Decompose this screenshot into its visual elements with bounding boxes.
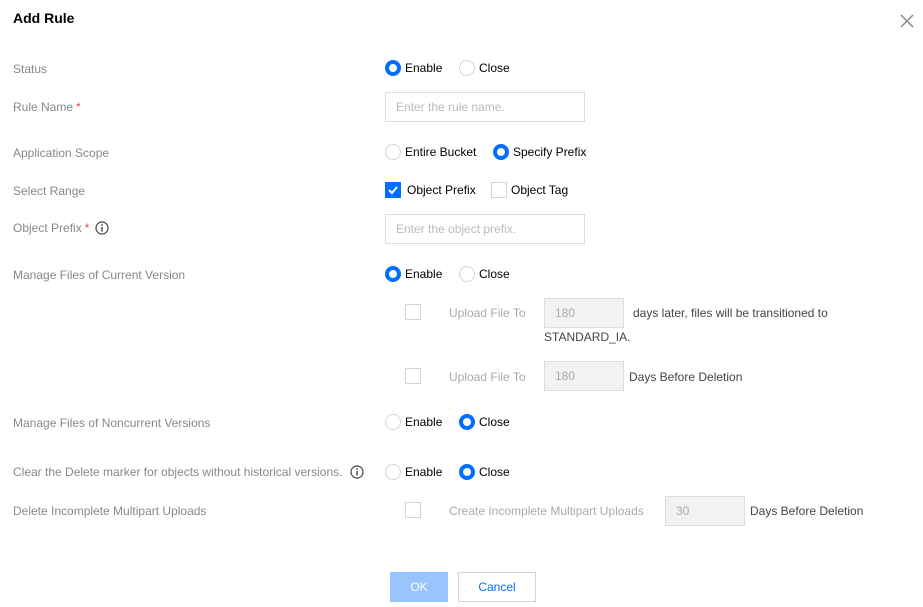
current-version-enable-radio[interactable]: Enable [385, 266, 442, 282]
entire-bucket-radio[interactable]: Entire Bucket [385, 144, 476, 160]
label-text: Clear the Delete marker for objects with… [13, 465, 343, 479]
multipart-option-label: Create Incomplete Multipart Uploads [449, 504, 644, 518]
current-version-label: Manage Files of Current Version [13, 268, 186, 282]
radio-unchecked [385, 144, 401, 160]
ok-button[interactable]: OK [390, 572, 448, 602]
radio-unchecked [385, 464, 401, 480]
transition-checkbox[interactable] [405, 304, 421, 320]
info-icon[interactable] [350, 465, 365, 479]
specify-prefix-radio[interactable]: Specify Prefix [493, 144, 586, 160]
current-version-close-radio[interactable]: Close [459, 266, 510, 282]
transition-storage-class: STANDARD_IA. [544, 330, 631, 344]
noncurrent-enable-radio[interactable]: Enable [385, 414, 442, 430]
status-close-radio[interactable]: Close [459, 60, 510, 76]
cancel-button[interactable]: Cancel [458, 572, 536, 602]
close-icon[interactable] [898, 12, 916, 30]
radio-checked [385, 266, 401, 282]
noncurrent-label: Manage Files of Noncurrent Versions [13, 416, 211, 430]
deletion-days-input[interactable]: 180 [544, 361, 624, 391]
application-scope-label: Application Scope [13, 146, 110, 160]
status-label: Status [13, 62, 48, 76]
dialog-title: Add Rule [13, 10, 75, 26]
radio-checked [385, 60, 401, 76]
option-label: Close [479, 61, 510, 75]
multipart-checkbox[interactable] [405, 502, 421, 518]
noncurrent-close-radio[interactable]: Close [459, 414, 510, 430]
deletion-suffix: Days Before Deletion [629, 370, 743, 384]
delete-marker-label: Clear the Delete marker for objects with… [13, 465, 365, 479]
select-range-label: Select Range [13, 184, 86, 198]
object-prefix-checkbox[interactable]: Object Prefix [385, 182, 476, 198]
transition-suffix: days later, files will be transitioned t… [633, 306, 828, 320]
multipart-label: Delete Incomplete Multipart Uploads [13, 504, 207, 518]
multipart-days-input[interactable]: 30 [665, 496, 745, 526]
option-label: Object Tag [511, 183, 569, 197]
radio-unchecked [459, 266, 475, 282]
object-tag-checkbox[interactable]: Object Tag [491, 182, 568, 198]
required-mark: * [76, 100, 81, 114]
deletion-label: Upload File To [449, 370, 526, 384]
object-prefix-label: Object Prefix * [13, 221, 109, 235]
status-enable-radio[interactable]: Enable [385, 60, 442, 76]
radio-unchecked [385, 414, 401, 430]
option-label: Object Prefix [407, 183, 476, 197]
option-label: Close [479, 465, 510, 479]
rule-name-input[interactable] [385, 92, 585, 122]
deletion-checkbox[interactable] [405, 368, 421, 384]
transition-days-input[interactable]: 180 [544, 298, 624, 328]
radio-checked [459, 464, 475, 480]
add-rule-dialog: Add Rule Status Enable Close Rule Name * … [0, 0, 923, 607]
option-label: Enable [405, 267, 443, 281]
option-label: Specify Prefix [513, 145, 587, 159]
option-label: Close [479, 267, 510, 281]
rule-name-label: Rule Name * [13, 100, 81, 114]
delete-marker-close-radio[interactable]: Close [459, 464, 510, 480]
radio-checked [459, 414, 475, 430]
multipart-suffix: Days Before Deletion [750, 504, 864, 518]
label-text: Object Prefix [13, 221, 82, 235]
checkbox-checked [385, 182, 401, 198]
radio-unchecked [459, 60, 475, 76]
radio-checked [493, 144, 509, 160]
label-text: Rule Name [13, 100, 74, 114]
option-label: Entire Bucket [405, 145, 477, 159]
object-prefix-input[interactable] [385, 214, 585, 244]
delete-marker-enable-radio[interactable]: Enable [385, 464, 442, 480]
checkbox-unchecked [491, 182, 507, 198]
info-icon[interactable] [95, 221, 109, 235]
option-label: Enable [405, 415, 443, 429]
transition-label: Upload File To [449, 306, 526, 320]
option-label: Close [479, 415, 510, 429]
option-label: Enable [405, 465, 443, 479]
required-mark: * [84, 221, 90, 235]
option-label: Enable [405, 61, 443, 75]
check-icon [388, 186, 398, 195]
